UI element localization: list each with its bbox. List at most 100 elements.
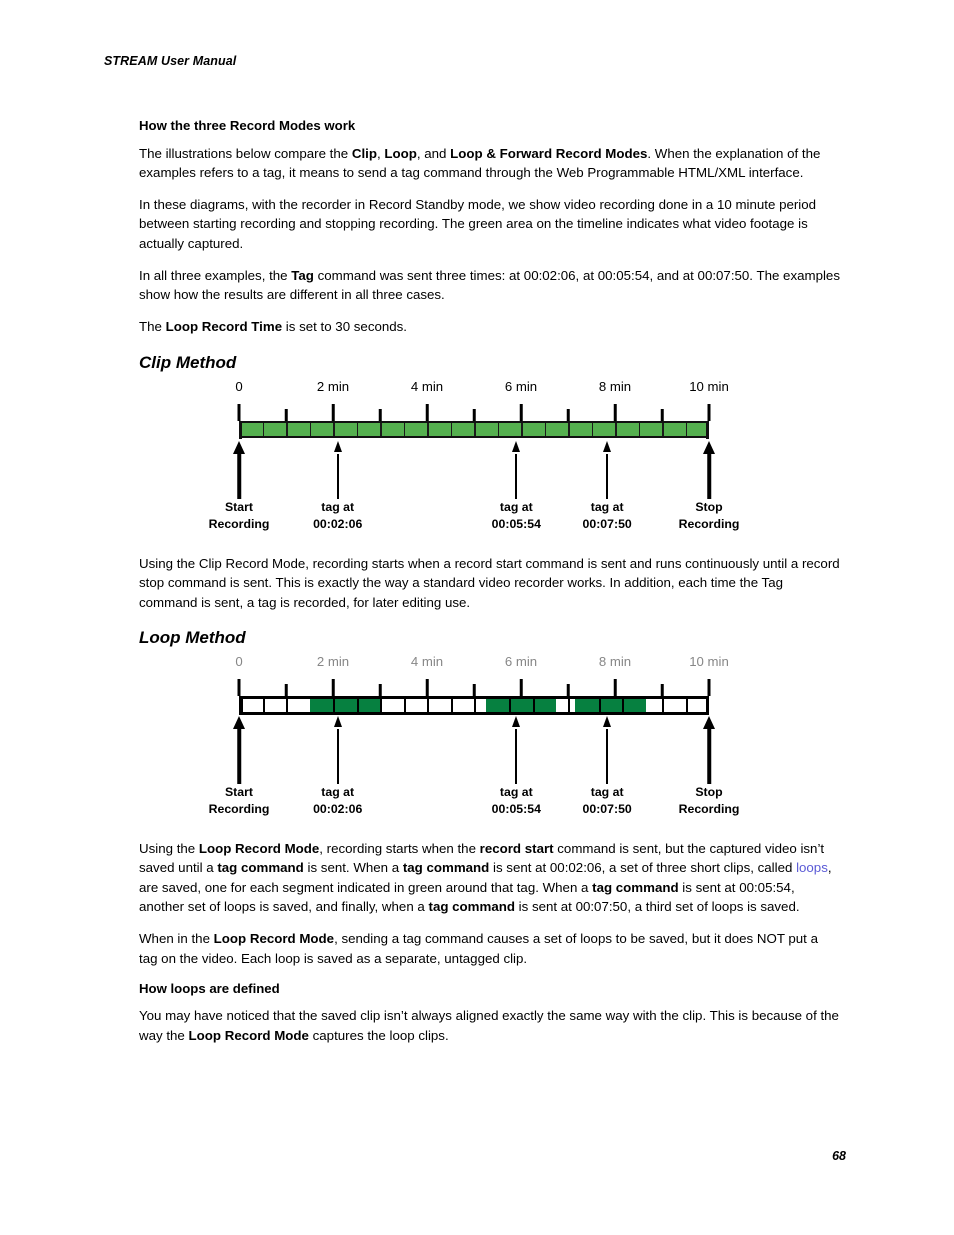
text-fragment: is sent. When a	[303, 860, 403, 876]
marker-label-line: 00:07:50	[582, 801, 632, 816]
tick-mark-major	[331, 679, 335, 697]
tag-marker-label: tag at 00:05:54	[492, 784, 541, 817]
bar-segment-divider	[427, 423, 429, 437]
text-fragment: , recording starts when the	[319, 841, 480, 857]
marker-label-line: Start	[224, 785, 254, 800]
tick-mark-minor	[284, 409, 288, 422]
tick-label: 0	[235, 379, 243, 395]
paragraph-diagrams: In these diagrams, with the recorder in …	[139, 197, 817, 251]
arrow-shaft	[336, 729, 339, 785]
paragraph-loop-note: When in the Loop Record Mode, sending a …	[139, 929, 840, 968]
loop-timeline: 02 min 4 min 6 min 8 min 10 min Start Recordi…	[209, 654, 740, 839]
recording-marker-label: Stop Recording	[679, 784, 740, 817]
text-fragment: is set to 30 seconds.	[282, 319, 408, 335]
bar-segment-divider	[286, 699, 288, 713]
paragraph-clip-explanation: Using the Clip Record Mode, recording st…	[139, 556, 840, 610]
marker-label-line: Recording	[678, 801, 740, 816]
loop-tick-marks	[237, 679, 711, 697]
tick-mark-major	[237, 404, 241, 422]
arrow-shaft	[237, 729, 241, 785]
tick-mark-major	[707, 404, 711, 422]
tag-marker-arrow	[331, 716, 345, 785]
arrow-head-icon	[512, 441, 521, 453]
tick-label: 10 min	[689, 379, 729, 395]
bar-segment-divider	[521, 423, 523, 437]
bar-segment-divider	[403, 423, 405, 437]
tag-marker-label: tag at 00:07:50	[583, 499, 632, 532]
bar-segment-divider	[685, 699, 688, 713]
running-header: STREAM User Manual	[104, 54, 237, 68]
arrow-head-icon	[233, 716, 245, 730]
text-fragment: is sent at 00:07:50, a third set of loop…	[514, 899, 800, 914]
text-bold-tag: Tag	[291, 267, 314, 283]
marker-label-line: 00:05:54	[491, 801, 541, 816]
marker-label-line: Recording	[208, 516, 270, 531]
text-fragment: In all three examples, the	[139, 267, 292, 283]
tick-mark-minor	[378, 409, 382, 422]
saved-loop-clip-group	[309, 699, 380, 713]
tick-mark-major	[425, 404, 429, 422]
tick-mark-minor	[660, 684, 664, 697]
arrow-shaft	[237, 454, 241, 500]
marker-label-line: Stop	[695, 500, 723, 515]
text-bold-tag-command: tag command	[402, 860, 490, 876]
bar-segment-divider	[403, 699, 406, 713]
marker-label-line: tag at	[590, 785, 624, 800]
tag-marker-arrow	[331, 441, 345, 500]
tick-label: 8 min	[598, 379, 632, 395]
tick-mark-minor	[660, 409, 664, 422]
bar-end-cap	[239, 420, 242, 439]
bar-segment-divider	[568, 699, 570, 713]
marker-label-line: tag at	[499, 500, 533, 515]
tick-label: 0	[235, 654, 243, 670]
loop-clip-divider	[532, 699, 535, 713]
bar-segment-divider	[262, 699, 265, 713]
tick-label: 4 min	[410, 654, 444, 670]
recording-marker-label: Start Recording	[209, 784, 270, 817]
tick-mark-minor	[472, 684, 476, 697]
bar-segment-divider	[309, 423, 311, 437]
bar-segment-divider	[333, 423, 335, 437]
recording-marker-arrow	[232, 716, 246, 785]
arrow-shaft	[336, 454, 339, 500]
heading-record-modes: How the three Record Modes work	[139, 118, 356, 133]
bar-segment-divider	[380, 423, 382, 437]
tick-label: 6 min	[504, 654, 538, 670]
tag-marker-arrow	[600, 716, 614, 785]
tick-mark-major	[519, 404, 523, 422]
loop-clip-divider	[598, 699, 601, 713]
tick-mark-minor	[472, 409, 476, 422]
bar-segment-divider	[568, 423, 570, 437]
loop-clip-divider	[333, 699, 335, 713]
tick-mark-major	[613, 679, 617, 697]
link-loops[interactable]: loops	[796, 860, 828, 875]
tick-mark-minor	[566, 684, 570, 697]
marker-label-line: 00:02:06	[313, 801, 363, 816]
text-bold-record-start: record start	[479, 841, 554, 857]
bar-segment-divider	[638, 423, 640, 437]
recording-marker-arrow	[702, 441, 716, 500]
bar-segment-divider	[544, 423, 546, 437]
tick-mark-major	[237, 679, 241, 697]
tag-marker-arrow	[509, 716, 523, 785]
marker-label-line: tag at	[321, 785, 355, 800]
bar-segment-divider	[615, 423, 617, 437]
document-page: STREAM User Manual How the three Record …	[0, 0, 954, 1235]
marker-label-line: Stop	[695, 785, 723, 800]
arrow-head-icon	[603, 441, 612, 453]
marker-label-line: Recording	[208, 801, 270, 816]
tick-mark-major	[425, 679, 429, 697]
saved-loop-clip-group	[485, 699, 557, 713]
tick-label: 2 min	[316, 379, 350, 395]
bar-segment-divider	[356, 423, 358, 437]
text-fragment: When in the	[139, 931, 214, 947]
paragraph-tag-times: In all three examples, the Tag command w…	[139, 266, 840, 305]
recording-marker-arrow	[232, 441, 246, 500]
marker-label-line: tag at	[499, 785, 533, 800]
tick-mark-minor	[378, 684, 382, 697]
arrow-head-icon	[512, 716, 521, 728]
loop-clip-divider	[356, 699, 359, 713]
arrow-head-icon	[233, 441, 245, 455]
arrow-shaft	[606, 729, 609, 785]
text-fragment: The	[139, 319, 166, 335]
